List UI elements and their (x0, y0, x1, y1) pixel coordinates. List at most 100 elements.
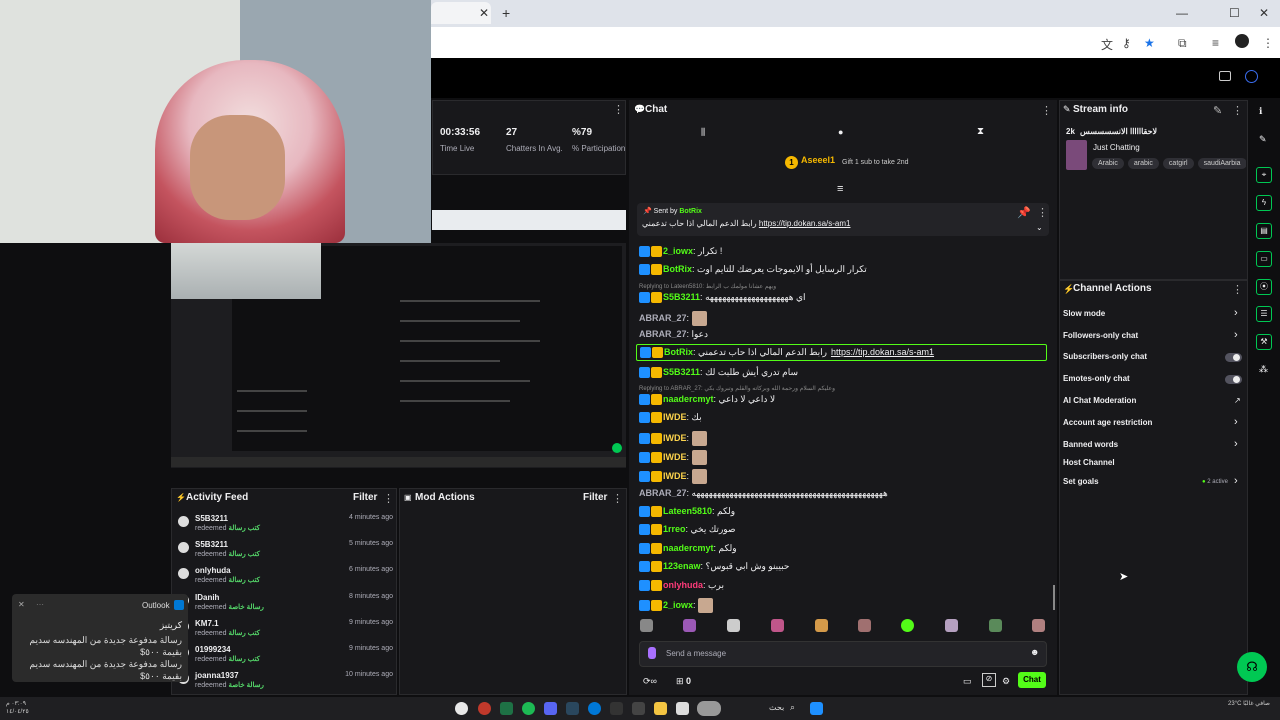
toggle-switch[interactable] (1225, 353, 1242, 362)
app-icon[interactable] (610, 702, 623, 715)
chat-message[interactable]: IWDE: (639, 469, 708, 484)
tag[interactable]: arabic (1127, 158, 1159, 169)
app-icon[interactable] (478, 702, 491, 715)
category-thumbnail[interactable] (1066, 140, 1087, 170)
chat-message[interactable]: ABRAR_27: هههههههههههههههههههههههههههههه… (639, 488, 888, 499)
activity-user[interactable]: onlyhuda (195, 566, 231, 575)
emoji-icon[interactable]: ☻ (1030, 647, 1039, 657)
message-icon[interactable]: ▭ (1256, 251, 1272, 267)
chat-username[interactable]: 123enaw (663, 561, 701, 571)
chat-username[interactable]: naadercmyt (663, 543, 714, 553)
chat-username[interactable]: S5B3211 (663, 292, 700, 302)
channel-action-5[interactable]: Account age restriction (1063, 418, 1152, 427)
discord-icon[interactable] (544, 702, 557, 715)
collapse-icon[interactable]: ≡ (837, 183, 843, 195)
emote[interactable] (901, 619, 914, 632)
tab-close-button[interactable]: ✕ (479, 6, 489, 20)
chat-username[interactable]: 2_iowx (663, 246, 693, 256)
chat-username[interactable]: IWDE (663, 471, 687, 481)
chrome-icon[interactable] (455, 702, 468, 715)
chat-username[interactable]: naadercmyt (663, 394, 714, 404)
search-icon[interactable]: ⌕ (790, 702, 795, 713)
broadcast-icon[interactable]: ⦿ (1256, 279, 1272, 295)
activity-item[interactable]: onlyhuda redeemed كتب رسالة 6 minutes ago (178, 566, 393, 592)
chat-username[interactable]: BotRix (663, 264, 692, 274)
stats-menu-icon[interactable]: ⋮ (613, 103, 624, 116)
stream-info-menu-icon[interactable]: ⋮ (1232, 104, 1243, 117)
chat-settings-icon[interactable]: ▭ (963, 676, 972, 687)
clipboard-icon[interactable]: ▤ (1256, 223, 1272, 239)
reply-context[interactable]: Replying to Lateen5810: ويهم عشانا مولمك… (639, 283, 776, 290)
points-icon[interactable]: ⟳∞ (643, 676, 657, 687)
channel-actions-menu-icon[interactable]: ⋮ (1232, 283, 1243, 296)
channel-action-8[interactable]: Set goals (1063, 477, 1099, 486)
mic-icon[interactable] (648, 647, 656, 659)
toast-close-icon[interactable]: ✕ (18, 600, 25, 609)
chat-scrollbar[interactable] (1053, 585, 1055, 610)
chat-menu-icon[interactable]: ⋮ (1041, 104, 1052, 117)
chevron-right-icon[interactable]: › (1234, 416, 1238, 428)
chevron-right-icon[interactable]: › (1234, 438, 1238, 450)
gear-icon[interactable]: ⚙ (1002, 676, 1010, 687)
theatre-icon[interactable] (1219, 71, 1231, 81)
chevron-right-icon[interactable]: › (1234, 475, 1238, 487)
chat-username[interactable]: IWDE (663, 412, 687, 422)
focus-icon[interactable]: ⌖ (1256, 167, 1272, 183)
message-placeholder[interactable]: Send a message (666, 649, 726, 658)
chat-message[interactable]: 1rreo: صورتك يخي (639, 524, 736, 536)
timer-tab-icon[interactable]: ⧗ (977, 126, 984, 137)
activity-item[interactable]: S5B3211 redeemed كتب رسالة 5 minutes ago (178, 540, 393, 566)
mute-icon[interactable]: ⊘ (982, 673, 996, 687)
steam-icon[interactable] (566, 702, 579, 715)
emote[interactable] (858, 619, 871, 632)
activity-user[interactable]: S5B3211 (195, 514, 228, 523)
info-icon[interactable]: ℹ (1259, 106, 1262, 117)
activity-user[interactable]: S5B3211 (195, 540, 228, 549)
chat-send-button[interactable]: Chat (1018, 672, 1046, 688)
chat-username[interactable]: Lateen5810 (663, 506, 712, 516)
pen-icon[interactable]: ✎ (1259, 134, 1267, 145)
cart-icon[interactable]: ⊞ (676, 676, 684, 687)
translate-icon[interactable]: 文 (1101, 36, 1113, 53)
chat-message[interactable]: onlyhuda: برب (639, 580, 724, 592)
chat-message[interactable]: naadercmyt: لا داعي لا داعي (639, 394, 775, 406)
pin-tab-icon[interactable]: ⫼ (701, 127, 705, 138)
toast-more-icon[interactable]: ⋯ (36, 600, 44, 609)
chat-username[interactable]: 2_iowx (663, 600, 693, 610)
start-icon[interactable] (810, 702, 823, 715)
bookmark-star-icon[interactable]: ★ (1144, 36, 1155, 50)
tag[interactable]: saudiAarbia (1197, 158, 1246, 169)
chevron-right-icon[interactable]: › (1234, 307, 1238, 319)
emote[interactable] (727, 619, 740, 632)
chat-message[interactable]: 2_iowx: (639, 598, 714, 613)
chat-username[interactable]: onlyhuda (663, 580, 703, 590)
mod-menu-icon[interactable]: ⋮ (612, 492, 623, 505)
activity-item[interactable]: KM7.1 redeemed كتب رسالة 9 minutes ago (178, 619, 393, 645)
chevron-right-icon[interactable]: › (1234, 329, 1238, 341)
chat-username[interactable]: IWDE (663, 452, 687, 462)
activity-filter-button[interactable]: Filter (353, 492, 377, 503)
more-tools-icon[interactable]: ⁂ (1259, 364, 1268, 375)
channel-action-1[interactable]: Followers-only chat (1063, 331, 1138, 340)
tag[interactable]: catgirl (1162, 158, 1194, 169)
category-name[interactable]: Just Chatting (1093, 143, 1140, 152)
emote[interactable] (815, 619, 828, 632)
extensions-icon[interactable]: ⧉ (1178, 36, 1187, 51)
channel-action-6[interactable]: Banned words (1063, 440, 1118, 449)
support-headset-icon[interactable]: ☊ (1237, 652, 1267, 682)
channel-action-3[interactable]: Emotes-only chat (1063, 374, 1130, 383)
kick-logo-icon[interactable] (1245, 70, 1258, 83)
chat-message[interactable]: ABRAR_27: (639, 311, 708, 326)
chat-message[interactable]: S5B3211: اي ههههههههههههههههههههه (639, 292, 806, 304)
key-icon[interactable]: ⚷ (1122, 36, 1131, 50)
chat-message[interactable]: Lateen5810: ولكم (639, 506, 735, 518)
spotify-icon[interactable] (522, 702, 535, 715)
gift-user[interactable]: Aseeel1 (801, 155, 835, 165)
chat-username[interactable]: 1rreo (663, 524, 686, 534)
minimize-button[interactable]: — (1176, 6, 1188, 20)
toggle-switch[interactable] (1225, 375, 1242, 384)
chat-username[interactable]: ABRAR_27 (639, 313, 687, 323)
chat-message[interactable]: IWDE: (639, 431, 708, 446)
channel-action-4[interactable]: AI Chat Moderation (1063, 396, 1136, 405)
emote[interactable] (989, 619, 1002, 632)
